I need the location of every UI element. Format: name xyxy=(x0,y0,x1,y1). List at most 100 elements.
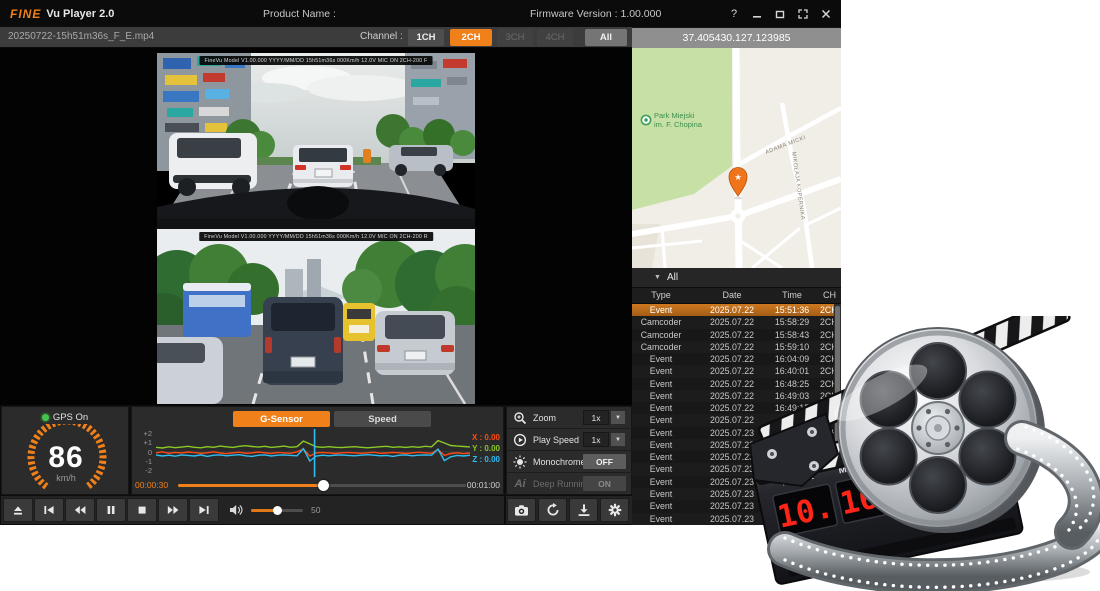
close-button[interactable] xyxy=(819,7,833,21)
volume-slider[interactable] xyxy=(251,509,303,512)
refresh-icon xyxy=(546,503,560,517)
event-row[interactable]: Event2025.07.2216:48:252CH xyxy=(632,378,841,390)
video-front-camera[interactable]: FineVu Model V1.00.000 YYYY/MM/DD 15h51m… xyxy=(157,53,475,229)
event-row[interactable]: Event2025.07.23 xyxy=(632,513,841,525)
play-speed-value[interactable]: 1x xyxy=(583,432,609,447)
stop-button[interactable] xyxy=(127,498,157,522)
event-cell-type: Event xyxy=(632,477,690,487)
event-row[interactable]: Camcoder2025.07.2215:58:432CH xyxy=(632,329,841,341)
timeline-end: 00:01:00 xyxy=(467,480,500,490)
camera-icon xyxy=(514,503,529,517)
event-cell-date: 2025.07.23 xyxy=(690,428,774,438)
event-cell-type: Camcoder xyxy=(632,342,690,352)
header-date[interactable]: Date xyxy=(690,290,774,300)
event-cell-type: Event xyxy=(632,379,690,389)
screenshot-stage: FINE Vu Player 2.0 Product Name : Firmwa… xyxy=(0,0,1100,591)
park-label-line2: im. F. Chopina xyxy=(654,120,703,129)
channel-3ch-button[interactable]: 3CH xyxy=(497,29,533,46)
monochrome-label: Monochrome xyxy=(533,457,586,467)
header-type[interactable]: Type xyxy=(632,290,690,300)
event-cell-date: 2025.07.22 xyxy=(690,305,774,315)
refresh-button[interactable] xyxy=(538,498,567,522)
gsensor-readout-x: X : 0.00 xyxy=(472,433,500,442)
fast-forward-button[interactable] xyxy=(158,498,188,522)
header-ch[interactable]: CH xyxy=(818,290,841,300)
volume-thumb[interactable] xyxy=(273,506,282,515)
event-row[interactable]: Event2025.07.2216:04:092CH xyxy=(632,353,841,365)
event-row[interactable]: Event2025.07.2216:49:152CH xyxy=(632,402,841,414)
event-cell-type: Event xyxy=(632,440,690,450)
event-row[interactable]: Event2025.07.23 xyxy=(632,451,841,463)
tab-speed[interactable]: Speed xyxy=(334,411,431,427)
event-row[interactable]: Event2025.07.23 xyxy=(632,500,841,512)
restore-button[interactable] xyxy=(773,7,787,21)
app-title: Vu Player 2.0 xyxy=(46,8,114,20)
timeline-progress xyxy=(178,484,323,487)
vehicle-left-silver-car xyxy=(157,337,223,404)
download-button[interactable] xyxy=(569,498,598,522)
event-row[interactable]: Camcoder2025.07.2215:59:102CH xyxy=(632,341,841,353)
event-row[interactable]: Event2025.07.23 xyxy=(632,476,841,488)
event-cell-time: 16:48:25 xyxy=(764,379,820,389)
event-row[interactable]: Event2025.07.232CH xyxy=(632,427,841,439)
event-row[interactable]: Event2025.07.23 xyxy=(632,439,841,451)
tab-gsensor[interactable]: G-Sensor xyxy=(233,411,330,427)
event-row[interactable]: Event2025.07.2215:51:362CH xyxy=(632,304,841,316)
timeline-slider[interactable] xyxy=(178,484,466,487)
event-table-header: Type Date Time CH xyxy=(632,288,841,304)
park-label-line1: Park Miejski xyxy=(654,111,695,120)
deep-running-toggle[interactable]: ON xyxy=(583,476,626,491)
snapshot-button[interactable] xyxy=(507,498,536,522)
event-cell-type: Event xyxy=(632,501,690,511)
map[interactable]: Park Miejski im. F. Chopina ADAMA MICKI … xyxy=(632,48,841,268)
vehicle-white-sedan xyxy=(293,145,353,187)
previous-button[interactable] xyxy=(34,498,64,522)
settings-button[interactable] xyxy=(600,498,629,522)
zoom-icon xyxy=(512,410,528,426)
event-filter-value: All xyxy=(667,272,678,283)
event-row[interactable]: Event2025.07.222CH xyxy=(632,414,841,426)
zoom-value[interactable]: 1x xyxy=(583,410,609,425)
event-row[interactable]: Event2025.07.23 xyxy=(632,488,841,500)
event-row[interactable]: Event2025.07.2216:49:032CH xyxy=(632,390,841,402)
play-speed-dropdown-caret[interactable]: ▼ xyxy=(610,432,626,447)
header-time[interactable]: Time xyxy=(764,290,820,300)
scrollbar-thumb[interactable] xyxy=(835,306,840,456)
event-row[interactable]: Event2025.07.2216:40:012CH xyxy=(632,365,841,377)
channel-4ch-button[interactable]: 4CH xyxy=(537,29,573,46)
chevron-down-icon: ▼ xyxy=(654,274,661,281)
tool-buttons xyxy=(506,496,632,524)
event-cell-date: 2025.07.22 xyxy=(690,354,774,364)
event-cell-type: Event xyxy=(632,514,690,524)
setting-zoom: Zoom 1x ▼ xyxy=(507,407,633,429)
zoom-label: Zoom xyxy=(533,413,556,423)
next-button[interactable] xyxy=(189,498,219,522)
setting-deep-running: Ai Deep Running ON xyxy=(507,473,633,495)
event-table-scrollbar[interactable] xyxy=(834,304,841,525)
fullscreen-button[interactable] xyxy=(796,7,810,21)
monochrome-toggle[interactable]: OFF xyxy=(583,454,626,469)
event-cell-time: 15:58:29 xyxy=(764,317,820,327)
help-button[interactable]: ? xyxy=(727,7,741,21)
rewind-button[interactable] xyxy=(65,498,95,522)
timeline-thumb[interactable] xyxy=(318,480,329,491)
front-camera-frame xyxy=(157,53,475,229)
channel-2ch-button[interactable]: 2CH xyxy=(450,29,492,46)
channel-1ch-button[interactable]: 1CH xyxy=(408,29,444,46)
event-cell-type: Event xyxy=(632,428,690,438)
eject-button[interactable] xyxy=(3,498,33,522)
zoom-dropdown-caret[interactable]: ▼ xyxy=(610,410,626,425)
event-row[interactable]: Camcoder2025.07.2215:58:292CH xyxy=(632,316,841,328)
gear-icon xyxy=(608,503,622,517)
video-area: FineVu Model V1.00.000 YYYY/MM/DD 15h51m… xyxy=(0,48,632,405)
event-cell-type: Event xyxy=(632,415,690,425)
minimize-button[interactable] xyxy=(750,7,764,21)
channel-all-button[interactable]: All xyxy=(585,29,627,46)
video-second-camera[interactable]: FineVu Model V1.00.000 YYYY/MM/DD 15h51m… xyxy=(157,229,475,404)
gps-coordinates-bar: 37.405430.127.123985 xyxy=(632,28,841,48)
pause-button[interactable] xyxy=(96,498,126,522)
event-filter-dropdown[interactable]: ▼ All xyxy=(632,268,841,288)
event-cell-date: 2025.07.22 xyxy=(690,415,774,425)
vehicle-white-suv xyxy=(169,133,257,196)
event-row[interactable]: Event2025.07.23 xyxy=(632,463,841,475)
